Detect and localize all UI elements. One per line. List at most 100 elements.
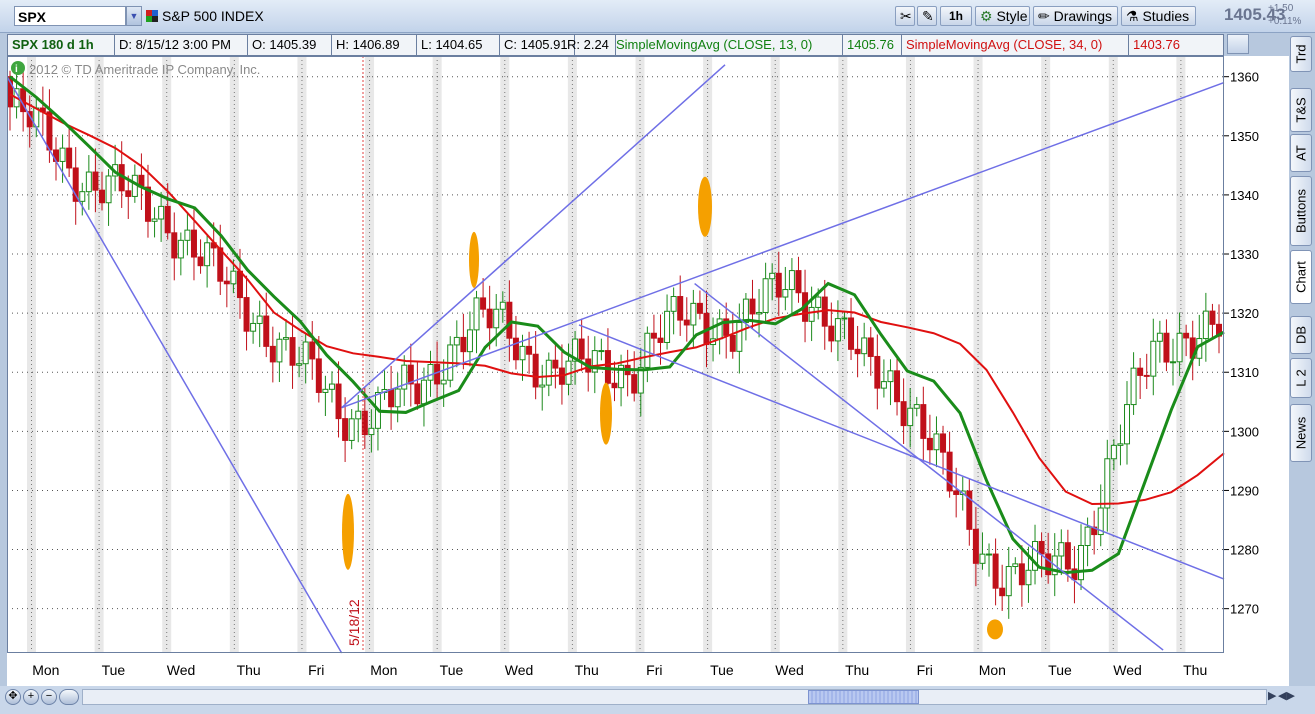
scrollbar-thumb[interactable]: [808, 690, 919, 704]
candle-up: [1025, 569, 1032, 586]
pan-icon[interactable]: ✥: [5, 689, 21, 705]
candle-down: [506, 301, 513, 339]
candle-down: [999, 587, 1006, 597]
tab-db[interactable]: DB: [1290, 316, 1312, 354]
candle-down: [66, 147, 73, 169]
tab-chart[interactable]: Chart: [1290, 250, 1312, 304]
candle-down: [532, 353, 539, 388]
candle-up: [59, 147, 66, 162]
tab-l2[interactable]: L 2: [1290, 358, 1312, 398]
candle-up: [204, 242, 211, 267]
link-icon[interactable]: [146, 10, 158, 22]
candle-up: [1078, 545, 1085, 581]
candle-up: [105, 175, 112, 204]
candle-down: [197, 256, 204, 267]
time-scrollbar[interactable]: [82, 689, 1267, 705]
tab-at[interactable]: AT: [1290, 134, 1312, 172]
info-icon[interactable]: [11, 61, 25, 75]
candle-up: [473, 297, 480, 331]
session-band: [703, 56, 713, 653]
tab-trd[interactable]: Trd: [1290, 36, 1312, 72]
x-tick-label: Tue: [1048, 662, 1072, 678]
reversal-marker: [600, 382, 612, 445]
candle-down: [1163, 332, 1170, 363]
bar-high: H: 1406.89: [332, 35, 417, 55]
candle-up: [769, 272, 776, 280]
candle-down: [940, 433, 947, 453]
studies-label: Studies: [1142, 8, 1190, 24]
tab-buttons[interactable]: Buttons: [1290, 176, 1312, 246]
candle-up: [1170, 361, 1177, 364]
tools-icon[interactable]: ✂: [895, 6, 915, 26]
candle-down: [98, 189, 105, 204]
candle-down: [269, 345, 276, 363]
candle-down: [749, 298, 756, 315]
y-tick-label: 1360: [1230, 70, 1259, 85]
price-change: +1.50: [1268, 3, 1294, 14]
candle-up: [1084, 526, 1091, 547]
session-band: [635, 56, 645, 653]
candle-down: [683, 319, 690, 326]
tab-ts[interactable]: T&S: [1290, 88, 1312, 132]
copyright-text: 2012 © TD Ameritrade IP Company, Inc.: [29, 62, 260, 77]
candle-down: [434, 363, 441, 385]
drawings-button[interactable]: ✏ Drawings: [1033, 6, 1118, 26]
wrench-icon[interactable]: ✎: [917, 6, 937, 26]
y-tick-label: 1330: [1230, 247, 1259, 262]
candle-up: [368, 427, 375, 436]
candle-down: [604, 350, 611, 384]
reversal-marker: [698, 176, 712, 237]
candle-up: [1124, 404, 1131, 445]
session-band: [500, 56, 510, 653]
tab-db-label: DB: [1293, 325, 1309, 345]
candle-down: [164, 205, 171, 234]
candle-up: [670, 296, 677, 312]
candle-down: [361, 410, 368, 436]
candle-up: [1130, 367, 1137, 406]
session-band: [905, 56, 915, 653]
candle-down: [677, 296, 684, 321]
candle-down: [828, 325, 835, 342]
candle-up: [808, 306, 815, 322]
x-tick-label: Mon: [370, 662, 397, 678]
scroll-right-icon[interactable]: ▶: [1268, 689, 1276, 702]
x-tick-label: Fri: [308, 662, 324, 678]
x-tick-label: Thu: [237, 662, 261, 678]
candle-up: [736, 322, 743, 352]
candle-down: [414, 383, 421, 405]
symbol-input[interactable]: SPX: [14, 6, 126, 26]
candle-up: [296, 363, 303, 366]
x-tick-label: Tue: [102, 662, 126, 678]
price-chart: 1270 1280 1290 1300 1310 1320 1330 1340 1350 1360…: [6, 56, 1289, 686]
candle-down: [526, 345, 533, 355]
candle-up: [184, 229, 191, 241]
candle-down: [1018, 563, 1025, 586]
studies-button[interactable]: ⚗ Studies: [1121, 6, 1196, 26]
aggregation-button[interactable]: 1h: [940, 6, 972, 26]
bottom-bar: ✥ + − ◀ ▶ ◀▶: [0, 686, 1315, 714]
session-band: [838, 56, 848, 653]
candle-up: [427, 363, 434, 381]
symbol-dropdown-button[interactable]: ▼: [126, 6, 142, 26]
candle-down: [992, 553, 999, 589]
zoom-fit-icon[interactable]: [59, 689, 79, 705]
candle-down: [894, 370, 901, 403]
candle-down: [223, 280, 230, 285]
candle-up: [282, 337, 289, 340]
expand-icon[interactable]: ◀▶: [1278, 689, 1295, 702]
candle-down: [512, 337, 519, 361]
candle-up: [499, 301, 506, 310]
tab-news[interactable]: News: [1290, 404, 1312, 462]
chart-settings-icon[interactable]: [1227, 34, 1249, 54]
candle-up: [250, 322, 257, 332]
candle-up: [151, 218, 158, 222]
candle-up: [1117, 443, 1124, 446]
style-button[interactable]: ⚙ Style: [975, 6, 1030, 26]
info-bar: SPX 180 d 1h D: 8/15/12 3:00 PM O: 1405.…: [7, 34, 1224, 56]
candle-up: [880, 381, 887, 389]
zoom-in-icon[interactable]: +: [23, 689, 39, 705]
candle-up: [158, 205, 165, 220]
x-tick-label: Thu: [575, 662, 599, 678]
candle-up: [1176, 332, 1183, 363]
zoom-out-icon[interactable]: −: [41, 689, 57, 705]
